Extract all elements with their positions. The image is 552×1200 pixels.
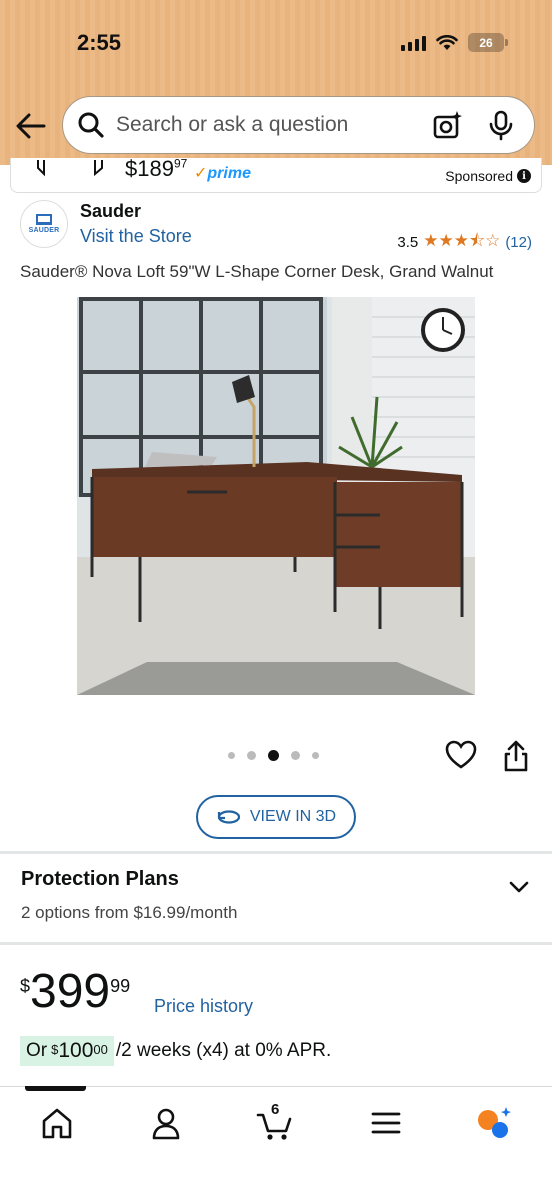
brand-name: Sauder bbox=[80, 201, 142, 221]
pagination-dot[interactable] bbox=[291, 751, 300, 760]
bottom-navigation: 6 bbox=[0, 1086, 552, 1200]
battery-icon: 26 bbox=[468, 33, 508, 52]
pagination-dot[interactable] bbox=[228, 752, 235, 759]
microphone-icon[interactable] bbox=[488, 109, 514, 141]
installment-terms: /2 weeks (x4) at 0% APR. bbox=[115, 1040, 332, 1061]
view-in-3d-label: VIEW IN 3D bbox=[249, 808, 337, 825]
header: 2:55 26 Search or ask a question bbox=[0, 0, 552, 165]
product-image[interactable] bbox=[77, 297, 475, 695]
speaker-icon bbox=[37, 160, 45, 177]
search-bar[interactable]: Search or ask a question bbox=[62, 96, 535, 154]
status-icons: 26 bbox=[401, 33, 508, 52]
bookmark-icon bbox=[94, 160, 103, 177]
menu-icon[interactable] bbox=[366, 1105, 406, 1141]
view-in-3d-button[interactable]: VIEW IN 3D bbox=[196, 795, 356, 839]
pagination-dot-active[interactable] bbox=[268, 750, 279, 761]
divider bbox=[0, 851, 552, 854]
back-arrow-icon[interactable] bbox=[14, 110, 48, 142]
active-tab-indicator bbox=[25, 1086, 86, 1091]
heart-icon[interactable] bbox=[445, 740, 477, 770]
search-input[interactable]: Search or ask a question bbox=[116, 113, 432, 137]
wifi-icon bbox=[436, 34, 458, 50]
status-time: 2:55 bbox=[77, 30, 122, 55]
desk-photo bbox=[77, 297, 475, 695]
signal-icon bbox=[401, 35, 426, 51]
rating-value: 3.5 bbox=[397, 234, 419, 251]
product-price: $ 399 99 bbox=[20, 965, 131, 1018]
share-icon[interactable] bbox=[502, 740, 530, 772]
installment-amount: Or $ 100 00 bbox=[20, 1036, 114, 1066]
rufus-icon[interactable] bbox=[474, 1105, 514, 1141]
price-history-link[interactable]: Price history bbox=[154, 996, 253, 1017]
info-icon[interactable]: i bbox=[517, 169, 531, 183]
image-pagination[interactable] bbox=[228, 750, 319, 761]
cart-count-badge: 6 bbox=[271, 1101, 280, 1118]
rating-summary[interactable]: 3.5 ★★★⯪☆ (12) bbox=[397, 228, 532, 257]
protection-plans-subtitle: 2 options from $16.99/month bbox=[21, 903, 238, 922]
home-icon[interactable] bbox=[37, 1105, 77, 1141]
sponsored-label: Sponsored i bbox=[445, 168, 531, 184]
protection-plans-title: Protection Plans bbox=[21, 868, 179, 890]
star-rating-icon: ★★★⯪☆ bbox=[423, 231, 501, 250]
rating-count[interactable]: (12) bbox=[505, 234, 532, 251]
pagination-dot[interactable] bbox=[312, 752, 319, 759]
camera-search-icon[interactable] bbox=[432, 109, 464, 141]
account-icon[interactable] bbox=[146, 1105, 186, 1141]
cart-button[interactable]: 6 bbox=[256, 1101, 296, 1141]
search-icon bbox=[78, 112, 104, 138]
installment-offer[interactable]: Or $ 100 00 /2 weeks (x4) at 0% APR. bbox=[20, 1036, 331, 1066]
chevron-down-icon[interactable] bbox=[508, 878, 530, 896]
sponsored-price: $18997 bbox=[125, 158, 188, 181]
visit-store-link[interactable]: Visit the Store bbox=[80, 226, 192, 247]
product-title: Sauder® Nova Loft 59"W L-Shape Corner De… bbox=[20, 262, 494, 281]
divider bbox=[0, 942, 552, 945]
brand-logo[interactable]: SAUDER bbox=[20, 200, 68, 248]
sponsored-banner[interactable]: $18997 ✓prime Sponsored i bbox=[10, 158, 542, 193]
pagination-dot[interactable] bbox=[247, 751, 256, 760]
rotate-3d-icon bbox=[217, 810, 240, 824]
prime-badge: ✓prime bbox=[194, 165, 251, 182]
